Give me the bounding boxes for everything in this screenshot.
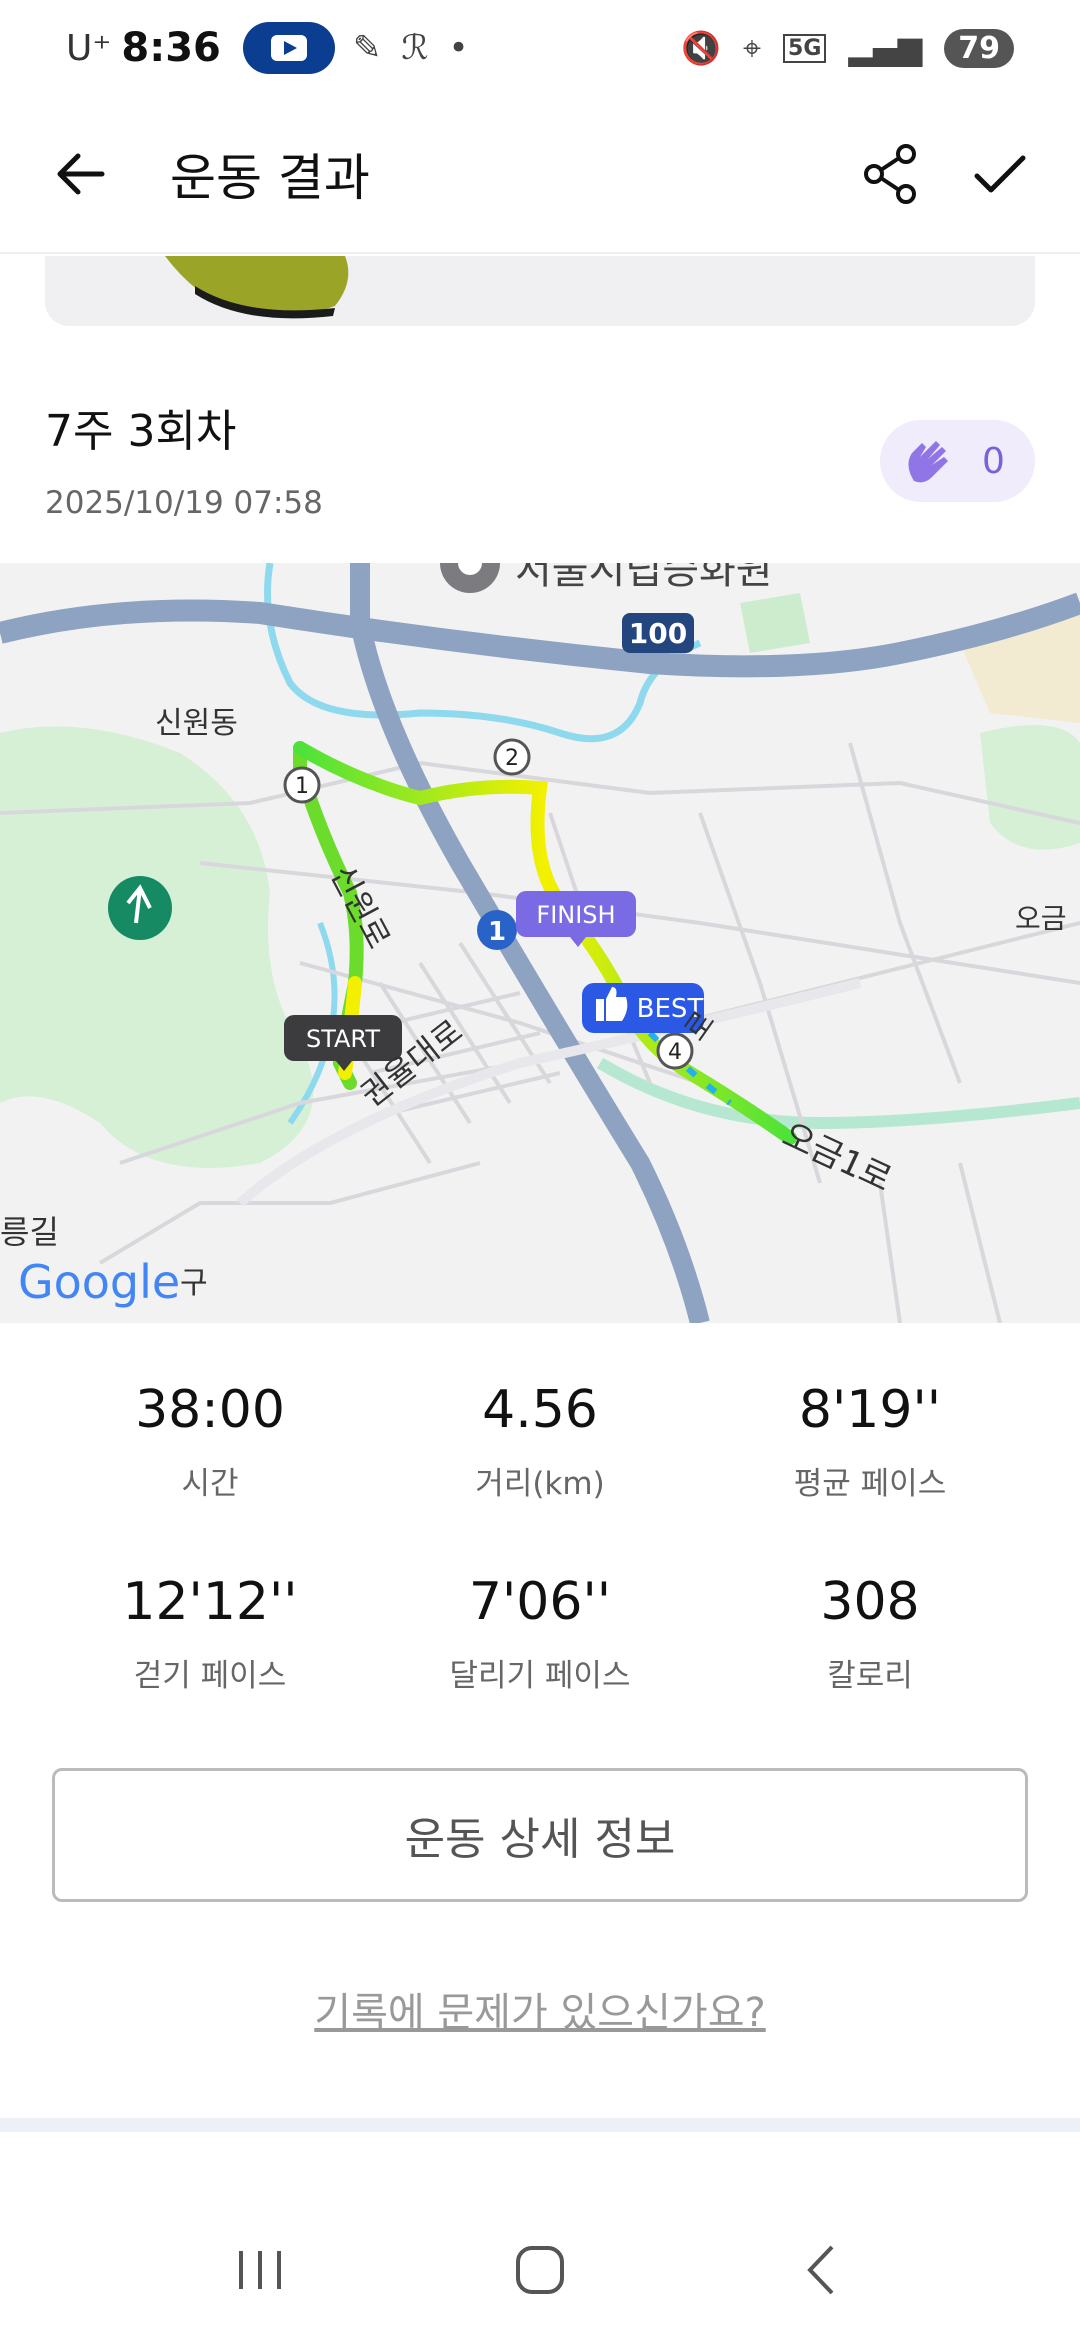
stat-value: 12'12'' bbox=[122, 1572, 298, 1632]
district-label: 오금 bbox=[1015, 902, 1067, 935]
system-nav-bar bbox=[0, 2200, 1080, 2340]
notification-icon: ✎ bbox=[352, 28, 382, 68]
svg-text:1: 1 bbox=[488, 917, 506, 947]
stat-label: 거리(km) bbox=[475, 1466, 605, 1502]
svg-text:FINISH: FINISH bbox=[536, 901, 615, 929]
stat-label: 시간 bbox=[181, 1466, 239, 1502]
report-problem-link[interactable]: 기록에 문제가 있으신가요? bbox=[0, 1980, 1080, 2038]
stat-label: 걷기 페이스 bbox=[133, 1658, 287, 1694]
share-button[interactable] bbox=[850, 134, 930, 214]
back-button[interactable] bbox=[40, 134, 120, 214]
system-back-icon bbox=[807, 2245, 834, 2295]
highway-road bbox=[0, 592, 1080, 678]
svg-text:START: START bbox=[306, 1025, 380, 1053]
place-pin-icon bbox=[440, 563, 500, 593]
clap-button[interactable]: 0 bbox=[880, 420, 1035, 502]
route-map[interactable]: 100 1 1 2 3 4 START bbox=[0, 563, 1080, 1323]
clap-icon bbox=[908, 441, 948, 483]
stat-average-pace: 8'19'' 평균 페이스 bbox=[705, 1380, 1035, 1503]
mute-icon: 🔇 bbox=[681, 29, 722, 67]
shoe-image bbox=[165, 256, 349, 319]
recent-apps-button[interactable] bbox=[210, 2230, 310, 2310]
google-logo: Google bbox=[18, 1255, 180, 1309]
status-time: 8:36 bbox=[121, 25, 221, 71]
finish-marker: FINISH bbox=[516, 891, 636, 947]
stat-label: 평균 페이스 bbox=[793, 1466, 947, 1502]
page-title: 운동 결과 bbox=[170, 149, 370, 207]
home-icon bbox=[516, 2246, 564, 2294]
stat-value: 4.56 bbox=[482, 1380, 598, 1440]
stat-label: 달리기 페이스 bbox=[449, 1658, 631, 1694]
network-label: 5G bbox=[783, 33, 827, 63]
system-back-button[interactable] bbox=[770, 2230, 870, 2310]
home-button[interactable] bbox=[490, 2230, 590, 2310]
back-arrow-icon bbox=[57, 153, 105, 195]
stat-distance: 4.56 거리(km) bbox=[375, 1380, 705, 1503]
split-marker-4: 4 bbox=[668, 1040, 682, 1065]
stat-walk-pace: 12'12'' 걷기 페이스 bbox=[45, 1572, 375, 1695]
golf-pin-icon bbox=[108, 876, 172, 940]
more-dot-icon: • bbox=[448, 28, 469, 68]
stat-value: 8'19'' bbox=[798, 1380, 942, 1440]
road-label: 신원로 bbox=[323, 859, 398, 955]
stat-time: 38:00 시간 bbox=[45, 1380, 375, 1503]
check-icon bbox=[974, 155, 1026, 193]
stat-calories: 308 칼로리 bbox=[705, 1572, 1035, 1695]
share-icon bbox=[864, 144, 916, 204]
place-label: 서울시립승화원 bbox=[515, 563, 773, 593]
split-marker-1: 1 bbox=[295, 774, 309, 799]
highway-shield: 100 bbox=[622, 613, 694, 653]
app-notification-icon: ℛ bbox=[401, 28, 429, 68]
location-icon: ⌖ bbox=[743, 28, 762, 67]
stat-value: 38:00 bbox=[135, 1380, 285, 1440]
battery-indicator: 79 bbox=[944, 28, 1014, 68]
park-area bbox=[0, 726, 314, 1168]
stat-value: 308 bbox=[820, 1572, 920, 1632]
clap-count: 0 bbox=[982, 440, 1005, 482]
district-label: 구 bbox=[180, 1266, 208, 1301]
park-area bbox=[980, 725, 1080, 850]
split-marker-2: 2 bbox=[505, 746, 519, 771]
workout-detail-button[interactable]: 운동 상세 정보 bbox=[52, 1768, 1028, 1902]
map-canvas: 100 1 1 2 3 4 START bbox=[0, 563, 1080, 1323]
carrier-label: U⁺ bbox=[66, 27, 112, 69]
park-area bbox=[740, 593, 810, 653]
stat-label: 칼로리 bbox=[827, 1658, 913, 1694]
signal-icon: ▂▄▆ bbox=[848, 29, 923, 67]
recent-apps-icon bbox=[239, 2251, 281, 2289]
district-label: 신원동 bbox=[155, 706, 238, 741]
status-bar: U⁺ 8:36 ✎ ℛ • 🔇 ⌖ 5G ▂▄▆ 79 bbox=[0, 0, 1080, 96]
youtube-icon bbox=[242, 22, 335, 74]
shoe-card[interactable] bbox=[45, 256, 1035, 326]
session-title: 7주 3회차 bbox=[45, 406, 237, 457]
session-datetime: 2025/10/19 07:58 bbox=[45, 485, 323, 521]
section-divider bbox=[0, 2118, 1080, 2132]
route-shield: 1 bbox=[477, 910, 517, 950]
stat-value: 7'06'' bbox=[468, 1572, 612, 1632]
road-label: 릉길 bbox=[0, 1213, 59, 1251]
confirm-button[interactable] bbox=[960, 134, 1040, 214]
svg-text:100: 100 bbox=[629, 617, 687, 650]
stat-run-pace: 7'06'' 달리기 페이스 bbox=[375, 1572, 705, 1695]
app-bar: 운동 결과 bbox=[0, 96, 1080, 254]
